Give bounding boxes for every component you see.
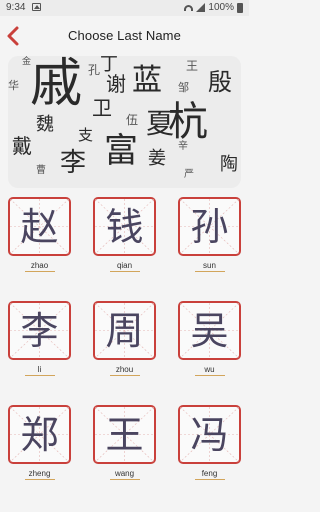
surname-card-li[interactable]: 李 (8, 301, 71, 360)
pinyin-label: wang (93, 469, 156, 480)
surname-card-zheng[interactable]: 郑 (8, 405, 71, 464)
cloud-word[interactable]: 姜 (148, 150, 166, 168)
header: Choose Last Name (0, 16, 249, 56)
cloud-word[interactable]: 辛 (178, 142, 188, 152)
cloud-word[interactable]: 支 (78, 128, 93, 143)
status-bar: 9:34 100% (0, 0, 249, 16)
cloud-word[interactable]: 魏 (36, 116, 54, 134)
surname-card-qian[interactable]: 钱 (93, 197, 156, 256)
surname-card-wang[interactable]: 王 (93, 405, 156, 464)
surname-word-cloud: 戚金华魏戴曹孔丁谢卫支李富伍蓝夏姜王邹杭殷辛严陶 (8, 56, 241, 188)
cloud-word[interactable]: 王 (186, 60, 198, 72)
pinyin-label: zhou (93, 365, 156, 376)
cloud-word[interactable]: 孔 (88, 64, 100, 76)
surname-character: 孙 (190, 205, 229, 249)
pinyin-label: qian (93, 261, 156, 272)
chevron-left-icon (7, 26, 19, 46)
surname-card-feng[interactable]: 冯 (178, 405, 241, 464)
navigation-bar (0, 498, 249, 512)
cloud-word[interactable]: 严 (184, 170, 194, 180)
cloud-word[interactable]: 富 (104, 134, 138, 168)
surname-card-zhou[interactable]: 周 (93, 301, 156, 360)
signal-icon (196, 3, 206, 12)
cloud-word[interactable]: 杭 (168, 102, 208, 142)
cloud-word[interactable]: 金 (22, 58, 31, 67)
pinyin-label: wu (178, 365, 241, 376)
cloud-word[interactable]: 戚 (30, 58, 82, 110)
cloud-word[interactable]: 华 (8, 80, 19, 91)
cloud-word[interactable]: 戴 (12, 136, 32, 156)
battery-icon (237, 2, 243, 13)
cloud-word[interactable]: 谢 (106, 74, 126, 94)
surname-character: 周 (105, 309, 144, 353)
pinyin-label: zheng (8, 469, 71, 480)
status-indicators: 100% (184, 2, 243, 13)
pinyin-label: feng (178, 469, 241, 480)
pinyin-label: zhao (8, 261, 71, 272)
cloud-word[interactable]: 伍 (126, 114, 138, 126)
cloud-word[interactable]: 曹 (36, 166, 46, 176)
cloud-word[interactable]: 陶 (220, 156, 238, 174)
cloud-word[interactable]: 邹 (178, 82, 189, 93)
wifi-icon (184, 4, 194, 11)
cloud-word[interactable]: 蓝 (132, 66, 162, 96)
status-time: 9:34 (6, 2, 26, 13)
surname-card-sun[interactable]: 孙 (178, 197, 241, 256)
cloud-word[interactable]: 卫 (92, 98, 112, 118)
cloud-word[interactable]: 殷 (208, 70, 232, 94)
surname-character: 吴 (190, 309, 229, 353)
pinyin-label: sun (178, 261, 241, 272)
surname-character: 钱 (105, 205, 144, 249)
battery-percent: 100% (208, 2, 234, 13)
surname-card-zhao[interactable]: 赵 (8, 197, 71, 256)
back-button[interactable] (5, 24, 21, 48)
surname-card-wu[interactable]: 吴 (178, 301, 241, 360)
cloud-word[interactable]: 李 (60, 150, 86, 176)
surname-character: 郑 (20, 413, 59, 457)
surname-character: 李 (20, 309, 59, 353)
surname-character: 冯 (190, 413, 229, 457)
page-title: Choose Last Name (68, 28, 181, 43)
surname-character: 王 (105, 413, 144, 457)
surname-character: 赵 (20, 205, 59, 249)
pinyin-label: li (8, 365, 71, 376)
gallery-notification-icon (32, 3, 41, 11)
